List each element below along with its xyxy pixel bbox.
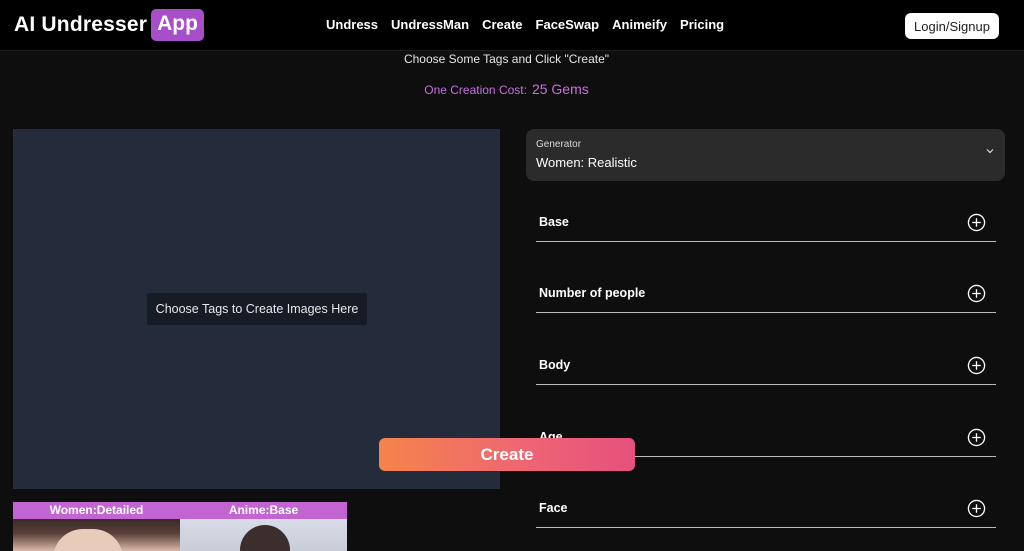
- section-number-of-people[interactable]: Number of people: [536, 273, 996, 313]
- cost-value: 25 Gems: [531, 81, 589, 97]
- section-title: Number of people: [539, 286, 646, 300]
- nav-faceswap[interactable]: FaceSwap: [536, 17, 600, 32]
- instruction-text: Choose Some Tags and Click "Create": [403, 52, 610, 66]
- nav-create[interactable]: Create: [482, 17, 522, 32]
- thumbnail-label: Women:Detailed: [13, 502, 180, 519]
- thumbnail-label: Anime:Base: [180, 502, 347, 519]
- logo-text: AI Undresser: [14, 13, 148, 36]
- example-thumbnails: Women:Detailed Anime:Base: [13, 502, 347, 551]
- logo[interactable]: AI Undresser App: [14, 9, 204, 41]
- nav-pricing[interactable]: Pricing: [680, 17, 724, 32]
- plus-circle-icon[interactable]: [967, 213, 986, 232]
- generator-select[interactable]: Generator Women: Realistic: [526, 129, 1005, 181]
- section-title: Face: [539, 501, 568, 515]
- generator-label: Generator: [536, 139, 582, 150]
- creation-cost: One Creation Cost: 25 Gems: [0, 81, 1013, 97]
- section-body[interactable]: Body: [536, 345, 996, 385]
- chevron-down-icon: [986, 149, 994, 154]
- canvas-hint: Choose Tags to Create Images Here: [147, 293, 367, 325]
- image-preview-area: Choose Tags to Create Images Here: [13, 129, 500, 489]
- section-title: Base: [539, 215, 569, 229]
- thumbnail-anime-base[interactable]: Anime:Base: [180, 502, 347, 551]
- nav-undressman[interactable]: UndressMan: [391, 17, 469, 32]
- nav-undress[interactable]: Undress: [326, 17, 378, 32]
- thumbnail-image: [180, 519, 347, 551]
- plus-circle-icon[interactable]: [967, 499, 986, 518]
- thumbnail-women-detailed[interactable]: Women:Detailed: [13, 502, 180, 551]
- generator-value: Women: Realistic: [536, 155, 637, 170]
- section-title: Body: [539, 358, 571, 372]
- nav-animeify[interactable]: Animeify: [612, 17, 667, 32]
- login-signup-button[interactable]: Login/Signup: [905, 13, 999, 39]
- main-nav: Undress UndressMan Create FaceSwap Anime…: [326, 17, 724, 32]
- plus-circle-icon[interactable]: [967, 356, 986, 375]
- section-face[interactable]: Face: [536, 488, 996, 528]
- plus-circle-icon[interactable]: [967, 284, 986, 303]
- plus-circle-icon[interactable]: [967, 428, 986, 447]
- cost-label: One Creation Cost:: [424, 83, 527, 97]
- logo-badge: App: [151, 9, 204, 41]
- create-button[interactable]: Create: [379, 438, 635, 471]
- top-navbar: AI Undresser App Undress UndressMan Crea…: [0, 0, 1024, 51]
- thumbnail-image: [13, 519, 180, 551]
- section-base[interactable]: Base: [536, 202, 996, 242]
